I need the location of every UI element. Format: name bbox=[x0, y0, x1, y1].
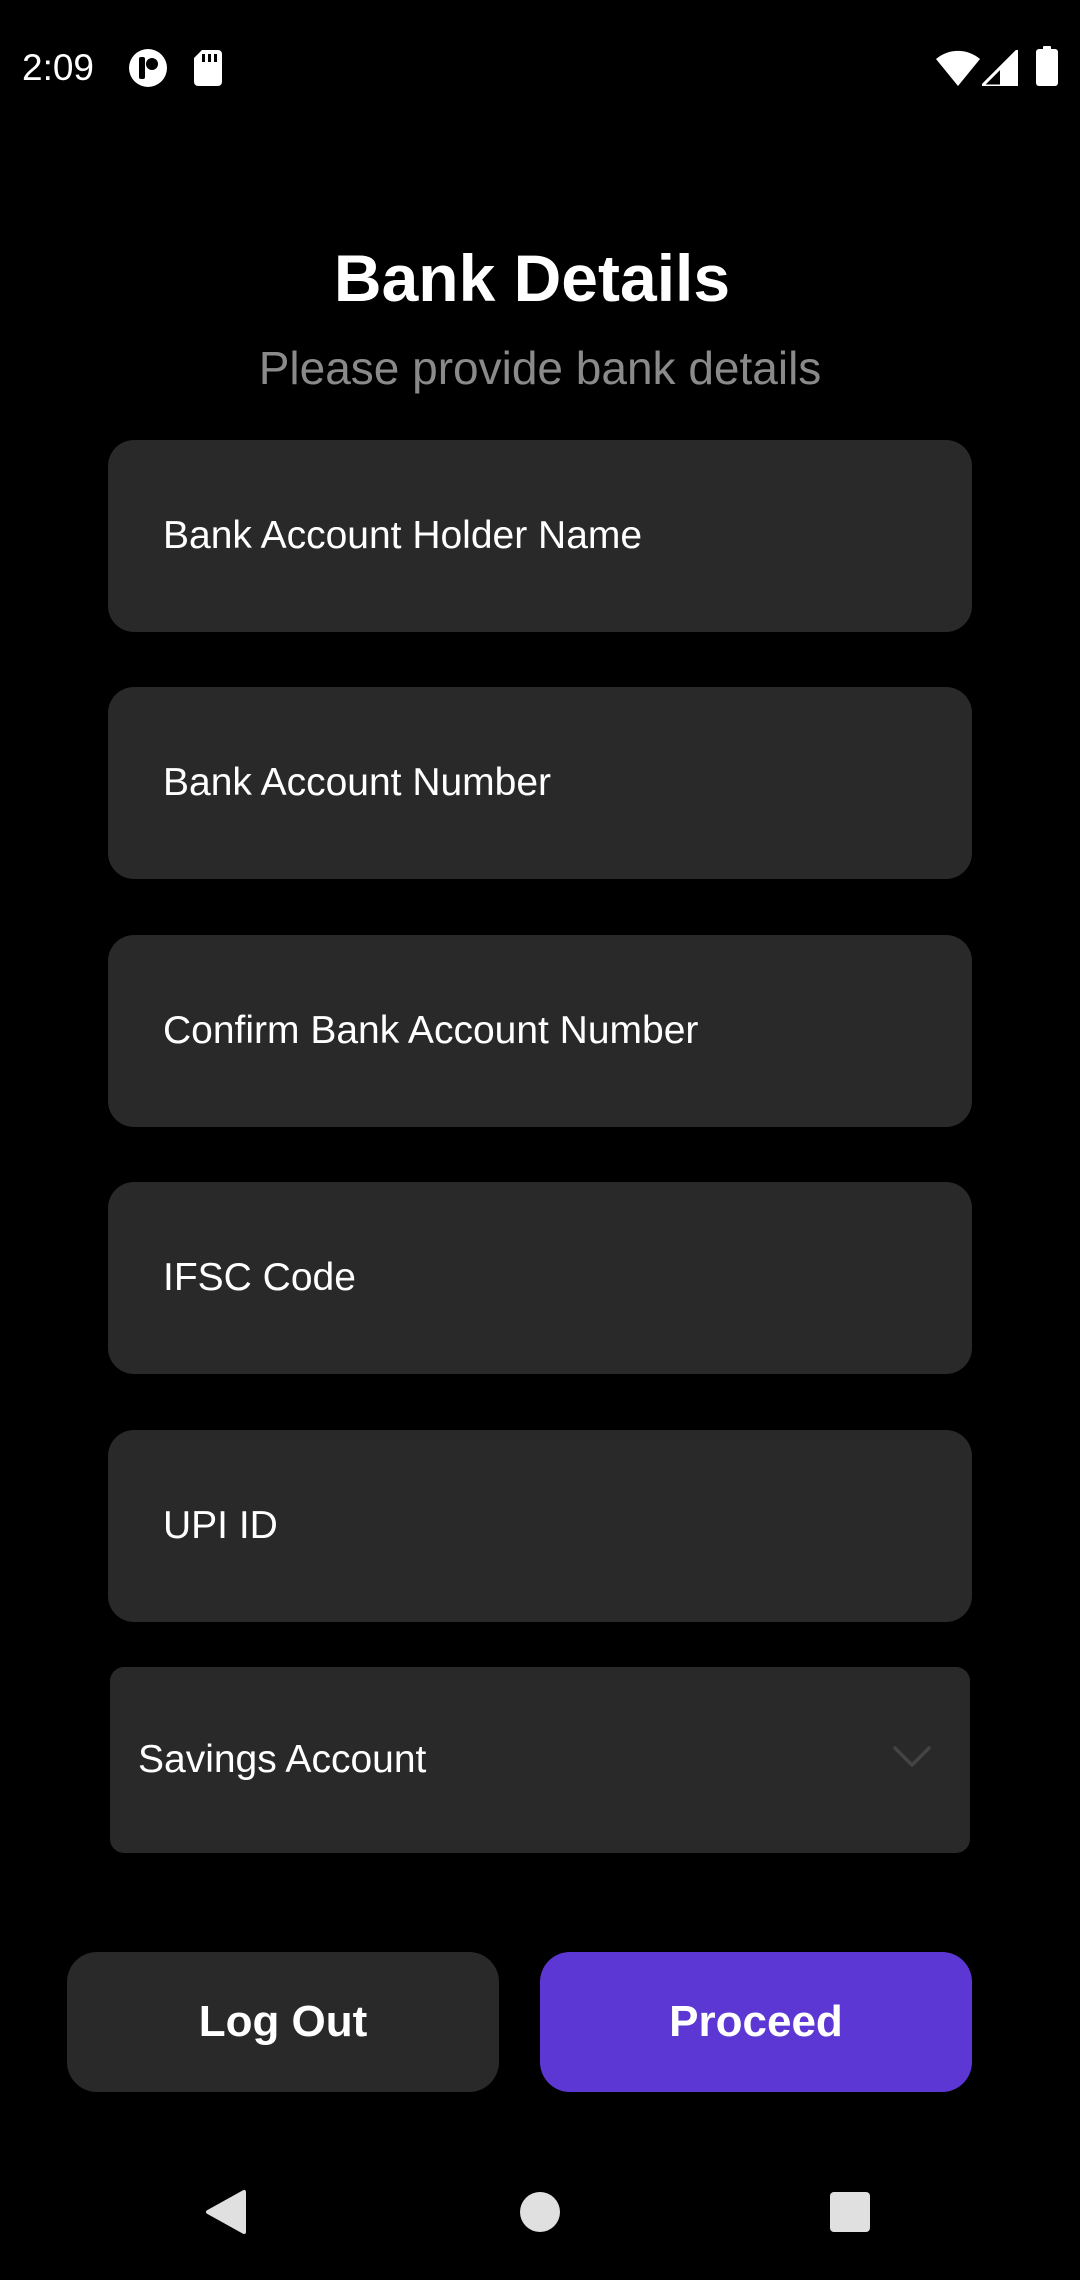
home-icon bbox=[520, 2192, 560, 2232]
battery-icon bbox=[1036, 46, 1058, 86]
back-icon bbox=[206, 2190, 246, 2234]
status-time: 2:09 bbox=[22, 47, 95, 88]
page-title: Bank Details bbox=[333, 241, 731, 315]
upi-id-input[interactable] bbox=[108, 1430, 972, 1622]
logout-button[interactable]: Log Out bbox=[67, 1952, 499, 2092]
upi-id-field[interactable] bbox=[108, 1430, 972, 1622]
ifsc-code-field[interactable] bbox=[108, 1182, 972, 1374]
sd-card-icon bbox=[194, 50, 222, 86]
account-type-selected-value: Savings Account bbox=[138, 1738, 427, 1781]
status-bar: 2:09 bbox=[0, 0, 1080, 134]
confirm-account-number-field[interactable] bbox=[108, 935, 972, 1127]
account-type-dropdown[interactable]: Savings Account bbox=[110, 1667, 970, 1853]
nav-recents-button[interactable] bbox=[802, 2176, 898, 2248]
nav-home-button[interactable] bbox=[492, 2176, 588, 2248]
wifi-icon bbox=[936, 50, 980, 86]
nav-back-button[interactable] bbox=[178, 2176, 274, 2248]
confirm-account-number-input[interactable] bbox=[108, 935, 972, 1127]
account-number-field[interactable] bbox=[108, 687, 972, 879]
proceed-button[interactable]: Proceed bbox=[540, 1952, 972, 2092]
ifsc-code-input[interactable] bbox=[108, 1182, 972, 1374]
recents-icon bbox=[830, 2192, 870, 2232]
account-holder-name-field[interactable] bbox=[108, 440, 972, 632]
cellular-signal-icon bbox=[982, 50, 1018, 86]
page-subtitle: Please provide bank details bbox=[258, 342, 822, 394]
account-holder-name-input[interactable] bbox=[108, 440, 972, 632]
notification-app-icon bbox=[129, 49, 167, 87]
chevron-down-icon[interactable] bbox=[892, 1745, 932, 1769]
account-number-input[interactable] bbox=[108, 687, 972, 879]
